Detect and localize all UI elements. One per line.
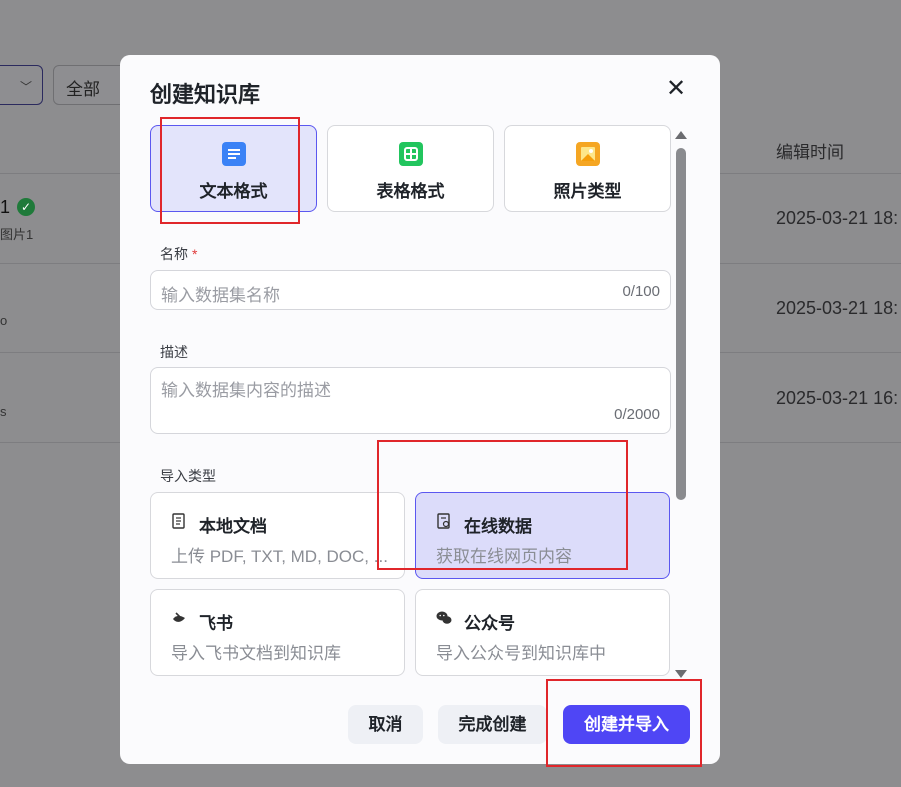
format-label: 表格格式 xyxy=(376,182,445,201)
name-input-placeholder: 输入数据集名称 xyxy=(161,286,280,305)
table-icon xyxy=(399,142,423,166)
format-label: 文本格式 xyxy=(199,182,268,201)
web-page-icon xyxy=(436,513,452,529)
name-input[interactable]: 输入数据集名称 0/100 xyxy=(150,270,671,310)
import-desc: 获取在线网页内容 xyxy=(436,547,572,566)
desc-placeholder: 输入数据集内容的描述 xyxy=(161,381,331,400)
format-label: 照片类型 xyxy=(553,182,622,201)
import-title: 本地文档 xyxy=(199,517,267,536)
row-name: 1 xyxy=(0,197,11,217)
import-desc: 导入飞书文档到知识库 xyxy=(171,644,341,663)
row-sub: o xyxy=(0,313,8,328)
name-field-label: 名称 * xyxy=(160,244,197,264)
name-label-text: 名称 xyxy=(160,246,188,262)
import-title: 公众号 xyxy=(464,614,515,633)
close-icon[interactable]: ✕ xyxy=(664,77,688,101)
scroll-up-arrow[interactable] xyxy=(675,131,687,139)
document-icon xyxy=(222,142,246,166)
check-circle-icon: ✓ xyxy=(17,198,35,216)
image-icon xyxy=(576,142,600,166)
chevron-down-icon: ﹀ xyxy=(19,80,32,94)
scroll-down-arrow[interactable] xyxy=(675,670,687,678)
column-header-edit-time: 编辑时间 xyxy=(776,143,844,162)
file-icon xyxy=(171,513,187,529)
wechat-icon xyxy=(436,610,452,626)
required-mark: * xyxy=(192,246,198,262)
import-title: 飞书 xyxy=(199,614,233,633)
import-wechat-official[interactable]: 公众号 导入公众号到知识库中 xyxy=(415,589,670,676)
format-card-text[interactable]: 文本格式 xyxy=(150,125,317,212)
import-desc: 导入公众号到知识库中 xyxy=(436,644,606,663)
description-textarea[interactable]: 输入数据集内容的描述 0/2000 xyxy=(150,367,671,434)
dialog-title: 创建知识库 xyxy=(150,82,261,107)
import-feishu[interactable]: 飞书 导入飞书文档到知识库 xyxy=(150,589,405,676)
row-time: 2025-03-21 18: xyxy=(776,298,899,318)
desc-char-count: 0/2000 xyxy=(614,406,660,423)
row-time: 2025-03-21 16: xyxy=(776,388,899,408)
import-desc: 上传 PDF, TXT, MD, DOC, ... xyxy=(171,547,388,566)
import-type-label: 导入类型 xyxy=(160,468,216,484)
import-local-document[interactable]: 本地文档 上传 PDF, TXT, MD, DOC, ... xyxy=(150,492,405,579)
format-card-table[interactable]: 表格格式 xyxy=(327,125,494,212)
cancel-button[interactable]: 取消 xyxy=(348,705,423,744)
create-and-import-button[interactable]: 创建并导入 xyxy=(563,705,690,744)
finish-create-button[interactable]: 完成创建 xyxy=(438,705,547,744)
background-select: ﹀ xyxy=(0,65,43,105)
import-title: 在线数据 xyxy=(464,517,532,536)
create-knowledge-base-dialog: 创建知识库 ✕ 文本格式 表格格式 照片类型 名称 * 输入数据集名称 0/100… xyxy=(120,55,720,764)
row-time: 2025-03-21 18: xyxy=(776,208,899,228)
import-online-data[interactable]: 在线数据 获取在线网页内容 xyxy=(415,492,670,579)
desc-field-label: 描述 xyxy=(160,344,188,360)
row-sub: 图片1 xyxy=(0,227,34,242)
scrollbar-thumb[interactable] xyxy=(676,148,686,500)
row-sub: s xyxy=(0,404,7,419)
feishu-icon xyxy=(171,610,187,626)
name-char-count: 0/100 xyxy=(622,283,660,300)
format-card-photo[interactable]: 照片类型 xyxy=(504,125,671,212)
